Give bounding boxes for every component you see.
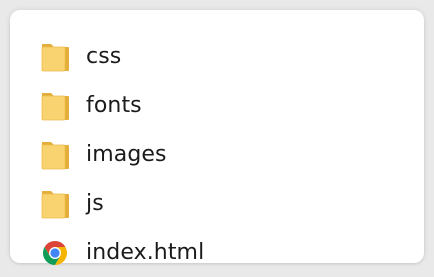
file-list: css fonts images js index.html — [40, 32, 204, 277]
file-name: index.html — [86, 239, 205, 265]
chrome-icon — [40, 236, 74, 270]
file-item-js[interactable]: js — [40, 179, 204, 228]
folder-icon — [40, 89, 74, 123]
file-name: js — [86, 190, 104, 216]
folder-icon — [40, 187, 74, 221]
file-item-fonts[interactable]: fonts — [40, 81, 204, 130]
folder-icon — [40, 138, 74, 172]
folder-icon — [40, 40, 74, 74]
file-name: fonts — [86, 92, 142, 118]
file-explorer-panel: css fonts images js index.html — [10, 10, 424, 265]
file-item-index-html[interactable]: index.html — [40, 228, 204, 277]
file-name: images — [86, 141, 167, 167]
file-name: css — [86, 43, 122, 69]
file-item-css[interactable]: css — [40, 32, 204, 81]
file-item-images[interactable]: images — [40, 130, 204, 179]
